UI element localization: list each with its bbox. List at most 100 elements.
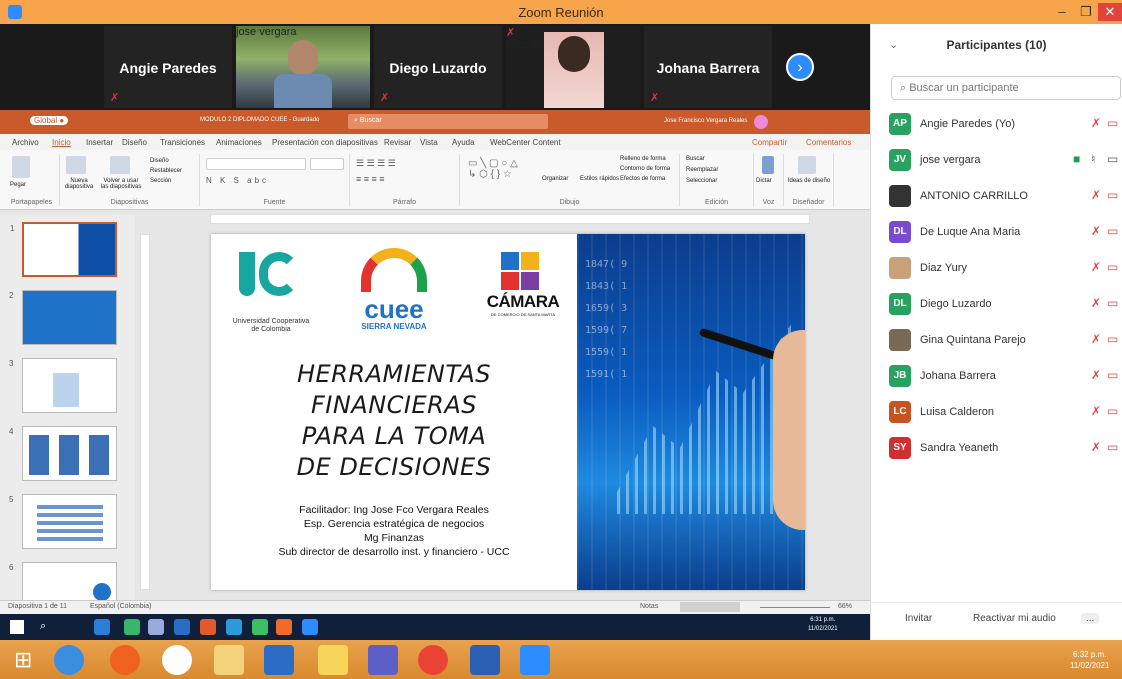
zoom-icon[interactable] bbox=[520, 645, 550, 675]
quick-styles-button[interactable]: Estilos rápidos bbox=[580, 176, 619, 182]
shape-fill-button[interactable]: Relleno de forma bbox=[620, 156, 666, 162]
app-icon[interactable] bbox=[124, 619, 140, 635]
participant-row[interactable]: Diaz Yury ✗ ▭ bbox=[889, 254, 1122, 284]
slide-thumbnail[interactable]: 3 bbox=[9, 358, 117, 413]
align-icons[interactable]: ≡ ≡ ≡ ≡ bbox=[356, 174, 385, 184]
font-name-field[interactable] bbox=[206, 158, 306, 170]
file-explorer-icon[interactable] bbox=[214, 645, 244, 675]
app-icon[interactable] bbox=[276, 619, 292, 635]
invite-button[interactable]: Invitar bbox=[905, 613, 932, 624]
video-tile-jose[interactable]: jose vergara bbox=[236, 26, 370, 108]
firefox-icon[interactable] bbox=[110, 645, 140, 675]
video-tile-diaz[interactable]: ✗ Diaz Yury bbox=[506, 26, 640, 108]
edge-icon[interactable] bbox=[94, 619, 110, 635]
participant-row[interactable]: JV jose vergara ■ ♮ ▭ bbox=[889, 146, 1122, 176]
font-size-field[interactable] bbox=[310, 158, 344, 170]
new-slide-icon[interactable] bbox=[66, 156, 86, 174]
shape-outline-button[interactable]: Contorno de forma bbox=[620, 166, 670, 172]
comments-button[interactable]: Comentarios bbox=[806, 138, 851, 147]
reuse-slides-label[interactable]: Volver a usar las diapositivas bbox=[100, 178, 142, 190]
windows-start-icon[interactable] bbox=[10, 620, 24, 634]
windows-start-icon[interactable]: ⊞ bbox=[14, 645, 44, 675]
participant-row[interactable]: Gina Quintana Parejo ✗ ▭ bbox=[889, 326, 1122, 356]
teams-icon[interactable] bbox=[368, 645, 398, 675]
close-button[interactable]: ✕ bbox=[1098, 3, 1122, 21]
app-icon[interactable] bbox=[148, 619, 164, 635]
outlook-icon[interactable] bbox=[264, 645, 294, 675]
unmute-button[interactable]: Reactivar mi audio bbox=[973, 613, 1056, 624]
participant-row[interactable]: SY Sandra Yeaneth ✗ ▭ bbox=[889, 434, 1122, 464]
tab-vista[interactable]: Vista bbox=[420, 138, 438, 147]
tab-diseno[interactable]: Diseño bbox=[122, 138, 147, 147]
slack-icon[interactable] bbox=[162, 645, 192, 675]
reuse-slides-icon[interactable] bbox=[110, 156, 130, 174]
tab-webcenter[interactable]: WebCenter Content bbox=[490, 138, 561, 147]
search-icon[interactable]: ⌕ bbox=[40, 620, 46, 633]
new-slide-label[interactable]: Nueva diapositiva bbox=[62, 178, 96, 190]
outlook-icon[interactable] bbox=[174, 619, 190, 635]
app-icon[interactable] bbox=[226, 619, 242, 635]
ie-icon[interactable] bbox=[54, 645, 84, 675]
video-tile-angie[interactable]: Angie Paredes ✗ bbox=[104, 26, 232, 108]
camara-logo-sub: DE COMERCIO DE SANTA MARTA bbox=[490, 312, 555, 317]
word-icon[interactable] bbox=[470, 645, 500, 675]
reset-button[interactable]: Restablecer bbox=[150, 168, 182, 174]
replace-button[interactable]: Reemplazar bbox=[686, 167, 718, 173]
find-button[interactable]: Buscar bbox=[686, 156, 705, 162]
tab-revisar[interactable]: Revisar bbox=[384, 138, 411, 147]
maximize-button[interactable]: ❐ bbox=[1074, 3, 1098, 21]
participant-row[interactable]: DL Diego Luzardo ✗ ▭ bbox=[889, 290, 1122, 320]
participant-search-input[interactable]: ⌕ Buscar un participante bbox=[891, 76, 1121, 100]
tab-presentacion[interactable]: Presentación con diapositivas bbox=[272, 138, 378, 147]
video-tile-diego[interactable]: Diego Luzardo ✗ bbox=[374, 26, 502, 108]
participant-row[interactable]: ANTONIO CARRILLO ✗ ▭ bbox=[889, 182, 1122, 212]
layout-button[interactable]: Diseño bbox=[150, 158, 169, 164]
slide-thumbnail[interactable]: 2 bbox=[9, 290, 117, 345]
tab-transiciones[interactable]: Transiciones bbox=[160, 138, 205, 147]
slide-thumbnail[interactable]: 1 bbox=[10, 222, 117, 277]
design-ideas-button[interactable]: Ideas de diseño bbox=[786, 178, 832, 184]
more-button[interactable]: ... bbox=[1081, 613, 1100, 624]
ppt-search[interactable]: ⌕ Buscar bbox=[348, 114, 548, 129]
share-button[interactable]: Compartir bbox=[752, 138, 787, 147]
user-avatar[interactable] bbox=[754, 115, 768, 129]
app-icon[interactable] bbox=[318, 645, 348, 675]
design-ideas-icon[interactable] bbox=[798, 156, 816, 174]
select-button[interactable]: Seleccionar bbox=[686, 178, 717, 184]
tab-animaciones[interactable]: Animaciones bbox=[216, 138, 262, 147]
gallery-next-button[interactable]: › bbox=[786, 53, 814, 81]
minimize-button[interactable]: – bbox=[1050, 3, 1074, 21]
autosave-toggle[interactable]: Global ● bbox=[30, 116, 69, 125]
zoom-icon[interactable] bbox=[302, 619, 318, 635]
section-button[interactable]: Sección bbox=[150, 178, 171, 184]
language-indicator[interactable]: Español (Colombia) bbox=[90, 603, 151, 610]
zoom-slider[interactable] bbox=[760, 607, 830, 608]
slide-thumbnail[interactable]: 4 bbox=[9, 426, 117, 481]
slide-thumbnail[interactable]: 5 bbox=[9, 494, 117, 549]
microphone-icon[interactable] bbox=[762, 156, 774, 174]
app-icon[interactable] bbox=[252, 619, 268, 635]
powerpoint-icon[interactable] bbox=[200, 619, 216, 635]
tab-ayuda[interactable]: Ayuda bbox=[452, 138, 475, 147]
shapes-gallery[interactable]: ▭ ╲ ▢ ○ △ ↳ ⬡ { } ☆ bbox=[468, 158, 518, 180]
participant-row[interactable]: DL De Luque Ana Maria ✗ ▭ bbox=[889, 218, 1122, 248]
zoom-level[interactable]: 66% bbox=[838, 603, 852, 610]
tab-archivo[interactable]: Archivo bbox=[12, 138, 39, 147]
tab-insertar[interactable]: Insertar bbox=[86, 138, 113, 147]
organize-button[interactable]: Organizar bbox=[542, 176, 568, 182]
font-format-icons[interactable]: N K S abc bbox=[206, 176, 269, 185]
participant-row[interactable]: AP Angie Paredes (Yo) ✗ ▭ bbox=[889, 110, 1122, 140]
view-buttons[interactable] bbox=[680, 602, 740, 612]
chrome-icon[interactable] bbox=[418, 645, 448, 675]
paste-icon[interactable] bbox=[12, 156, 30, 178]
tab-inicio[interactable]: Inicio bbox=[52, 138, 71, 147]
participant-row[interactable]: JB Johana Barrera ✗ ▭ bbox=[889, 362, 1122, 392]
list-icons[interactable]: ☰ ☰ ☰ ☰ bbox=[356, 158, 396, 169]
video-tile-johana[interactable]: Johana Barrera ✗ bbox=[644, 26, 772, 108]
dictate-button[interactable]: Dictar bbox=[756, 178, 772, 184]
participant-row[interactable]: LC Luisa Calderon ✗ ▭ bbox=[889, 398, 1122, 428]
paste-label[interactable]: Pegar bbox=[10, 182, 26, 188]
shape-effects-button[interactable]: Efectos de forma bbox=[620, 176, 665, 182]
current-slide[interactable]: Universidad Cooperativa de Colombia cuee … bbox=[211, 234, 805, 590]
notes-button[interactable]: Notas bbox=[640, 603, 658, 610]
